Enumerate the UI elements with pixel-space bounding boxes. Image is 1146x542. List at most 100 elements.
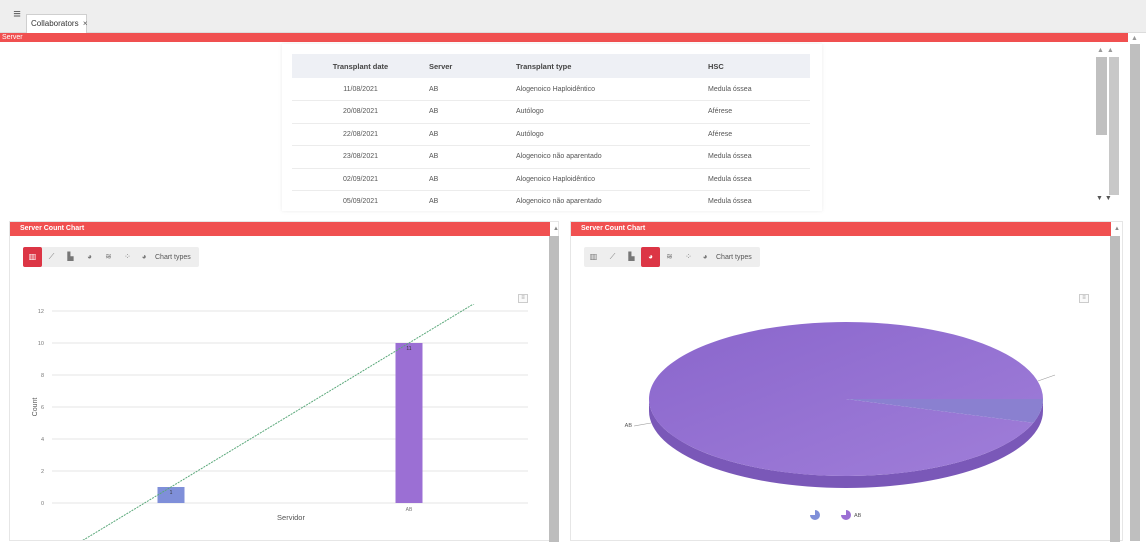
data-label: 11 [406,346,411,352]
cell-server: AB [419,123,506,146]
left-chart-panel: Server Count Chart ▲ ▥ ⟋ ▙ ◕ ≋ ⁘ ◕ Chart… [9,221,559,542]
stacked-icon[interactable]: ≋ [99,247,118,267]
chart-menu-icon[interactable]: ≡ [518,294,528,303]
left-chart-toolbar: ▥ ⟋ ▙ ◕ ≋ ⁘ ◕ Chart types [23,247,199,267]
left-panel-scrollbar[interactable] [549,236,559,542]
stacked-icon[interactable]: ≋ [660,247,679,267]
slice-label-connector [1037,374,1056,382]
y-axis-label: Count [32,398,39,417]
line-chart-icon[interactable]: ⟋ [42,247,61,267]
y-tick-label: 6 [41,405,44,411]
y-tick-label: 8 [41,373,44,379]
legend-pie-icon [841,510,851,520]
legend-pie-icon [810,510,820,520]
scatter-icon[interactable]: ⁘ [118,247,137,267]
cell-transplant-date: 22/08/2021 [292,123,419,146]
table-row[interactable]: 11/08/2021 AB Alogenoico Haploidêntico M… [292,78,810,101]
y-tick-label: 2 [41,469,44,475]
chart-types-button[interactable]: Chart types [151,254,199,261]
x-tick-label: AB [406,507,413,513]
right-chart-panel-title: Server Count Chart [581,225,646,232]
page-scroll-up-icon[interactable]: ▲ [1131,35,1138,42]
cell-hsc: Aférese [698,100,810,124]
bar-chart: 024681012CountServidor111AB [32,304,528,540]
cell-transplant-type: Alogenoico não aparentado [506,190,698,211]
slice-label: AB [625,423,633,429]
transplant-table: Transplant date Server Transplant type H… [292,54,810,211]
left-chart-panel-header: Server Count Chart [10,222,550,236]
line-chart-icon[interactable]: ⟋ [603,247,622,267]
cell-transplant-date: 23/08/2021 [292,145,419,169]
cell-hsc: Medula óssea [698,78,810,101]
scatter-icon[interactable]: ⁘ [679,247,698,267]
cell-server: AB [419,100,506,124]
tab-collaborators[interactable]: Collaborators × [26,14,87,33]
cell-transplant-type: Alogenoico Haploidêntico [506,168,698,191]
bar-chart-icon[interactable]: ▥ [23,247,42,267]
transplant-table-container: Transplant date Server Transplant type H… [282,44,822,211]
data-label: 1 [170,490,173,496]
cell-transplant-type: Autólogo [506,100,698,124]
pie-chart-icon[interactable]: ◕ [641,247,660,267]
chart-types-icon[interactable]: ◕ [698,247,712,267]
column-header-transplant-type[interactable]: Transplant type [506,54,698,78]
right-chart-toolbar: ▥ ⟋ ▙ ◕ ≋ ⁘ ◕ Chart types [584,247,760,267]
chart-menu-icon[interactable]: ≡ [1079,294,1089,303]
column-header-transplant-date[interactable]: Transplant date [292,54,419,78]
cell-server: AB [419,145,506,169]
x-axis-label: Servidor [277,513,305,522]
legend-label: AB [854,513,862,519]
area-chart-icon[interactable]: ▙ [61,247,80,267]
y-tick-label: 4 [41,437,44,443]
cell-server: AB [419,168,506,191]
area-chart-icon[interactable]: ▙ [622,247,641,267]
server-section-title: Server [2,34,23,41]
cell-hsc: Medula óssea [698,190,810,211]
table-row[interactable]: 02/09/2021 AB Alogenoico Haploidêntico M… [292,168,810,191]
right-chart-panel-header: Server Count Chart [571,222,1111,236]
cell-hsc: Aférese [698,123,810,146]
right-chart-panel: Server Count Chart ▲ ▥ ⟋ ▙ ◕ ≋ ⁘ ◕ Chart… [570,221,1123,542]
bar [395,343,423,503]
table-scroll-up-icon[interactable]: ▲▲ [1097,47,1117,54]
cell-transplant-type: Alogenoico não aparentado [506,145,698,169]
pie-chart-icon[interactable]: ◕ [80,247,99,267]
y-tick-label: 0 [41,501,44,507]
cell-transplant-type: Autólogo [506,123,698,146]
table-row[interactable]: 23/08/2021 AB Alogenoico não aparentado … [292,145,810,169]
column-header-hsc[interactable]: HSC [698,54,810,78]
bar-chart-icon[interactable]: ▥ [584,247,603,267]
y-tick-label: 10 [38,341,44,347]
cell-transplant-date: 20/08/2021 [292,100,419,124]
right-panel-scrollbar[interactable] [1110,236,1120,542]
left-panel-scroll-up-icon[interactable]: ▲ [553,226,559,232]
pie-chart: AB AB [625,322,1056,520]
right-panel-scroll-up-icon[interactable]: ▲ [1114,226,1120,232]
cell-transplant-date: 05/09/2021 [292,190,419,211]
column-header-server[interactable]: Server [419,54,506,78]
server-section-header: Server [0,33,1128,42]
table-row[interactable]: 05/09/2021 AB Alogenoico não aparentado … [292,190,810,211]
cell-server: AB [419,190,506,211]
cell-hsc: Medula óssea [698,145,810,169]
close-icon[interactable]: × [83,19,88,28]
table-row[interactable]: 22/08/2021 AB Autólogo Aférese [292,123,810,146]
cell-hsc: Medula óssea [698,168,810,191]
trend-line [82,304,475,540]
table-header-row: Transplant date Server Transplant type H… [292,54,810,78]
page-scrollbar[interactable] [1130,44,1140,541]
cell-server: AB [419,78,506,101]
chart-types-icon[interactable]: ◕ [137,247,151,267]
table-row[interactable]: 20/08/2021 AB Autólogo Aférese [292,100,810,124]
table-scrollbar[interactable] [1109,57,1119,195]
tab-bar: ≡ Collaborators × [0,0,1146,33]
table-scroll-thumb[interactable] [1096,57,1107,135]
y-tick-label: 12 [38,309,44,315]
tab-label: Collaborators [31,19,79,28]
left-chart-panel-title: Server Count Chart [20,225,85,232]
cell-transplant-type: Alogenoico Haploidêntico [506,78,698,101]
chart-types-button[interactable]: Chart types [712,254,760,261]
table-scroll-down-icon[interactable]: ▼▼ [1096,195,1114,202]
hamburger-menu-icon[interactable]: ≡ [8,7,26,23]
cell-transplant-date: 11/08/2021 [292,78,419,101]
